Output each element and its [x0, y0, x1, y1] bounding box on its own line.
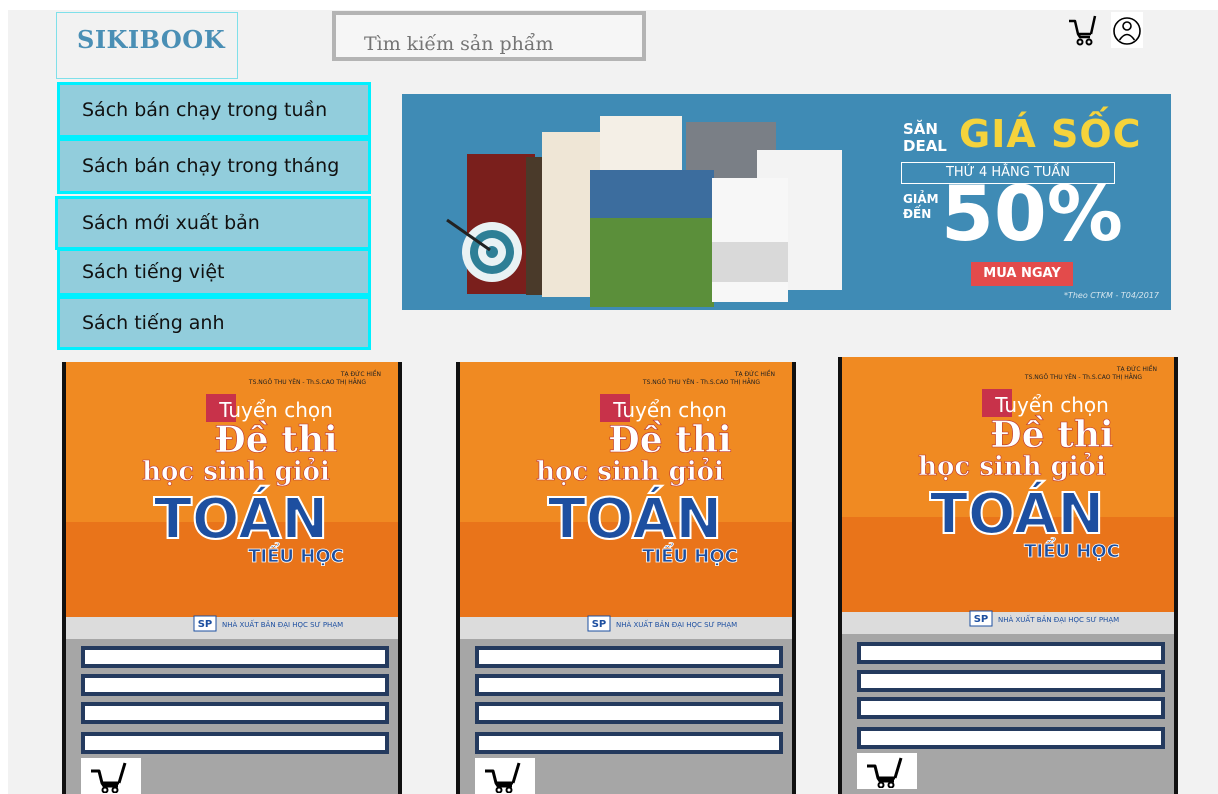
promo-banner[interactable]: SĂN DEAL GIÁ SỐC THỨ 4 HẰNG TUẦN GIẢM ĐẾ… [402, 94, 1171, 310]
cover-publisher: NHÀ XUẤT BẢN ĐẠI HỌC SƯ PHẠM [998, 614, 1119, 624]
promo-san: SĂN [903, 120, 938, 138]
promo-fine-print: *Theo CTKM - T04/2017 [1063, 291, 1159, 300]
product-info-field [857, 727, 1165, 749]
cover-title-2: Đề thi [608, 419, 731, 461]
promo-giam: GIẢM [903, 192, 939, 206]
cover-title-3: học sinh giỏi [142, 457, 330, 487]
cover-author-2: TS.NGÔ THU YÊN - Th.S.CAO THỊ HẰNG [642, 378, 760, 386]
menu-item-new-releases[interactable]: Sách mới xuất bản [55, 196, 371, 250]
book-collage-image [446, 116, 842, 307]
cover-publisher: NHÀ XUẤT BẢN ĐẠI HỌC SƯ PHẠM [222, 619, 343, 629]
menu-item-monthly-bestsellers[interactable]: Sách bán chạy trong tháng [57, 138, 371, 194]
cover-title-2: Đề thi [214, 419, 337, 461]
cover-author-1: TẠ ĐỨC HIỀN [734, 370, 775, 378]
menu-item-vietnamese-books[interactable]: Sách tiếng việt [57, 248, 371, 296]
cover-author-2: TS.NGÔ THU YÊN - Th.S.CAO THỊ HẰNG [1024, 373, 1142, 381]
cover-title-5: TIỂU HỌC [248, 542, 344, 567]
promo-den: ĐẾN [903, 207, 932, 221]
cover-title-4: TOÁN [548, 487, 723, 552]
add-to-cart-button[interactable] [857, 753, 917, 789]
product-cover-image[interactable]: TẠ ĐỨC HIỀN TS.NGÔ THU YÊN - Th.S.CAO TH… [66, 362, 398, 639]
product-info-field [475, 646, 783, 668]
product-info-field [857, 697, 1165, 719]
product-info-field [475, 732, 783, 754]
cover-title-3: học sinh giỏi [918, 452, 1106, 482]
search-input[interactable] [332, 11, 646, 61]
promo-deal: DEAL [903, 137, 947, 155]
product-cover-image[interactable]: TẠ ĐỨC HIỀN TS.NGÔ THU YÊN - Th.S.CAO TH… [460, 362, 792, 639]
user-icon[interactable] [1111, 12, 1143, 48]
menu-item-label: Sách bán chạy trong tuần [82, 99, 328, 121]
product-info-field [475, 702, 783, 724]
cart-icon [91, 762, 127, 793]
product-info-field [81, 732, 389, 754]
menu-item-label: Sách tiếng anh [82, 312, 225, 334]
menu-item-label: Sách bán chạy trong tháng [82, 155, 340, 177]
cover-title-5: TIỂU HỌC [642, 542, 738, 567]
cover-title-4: TOÁN [154, 487, 329, 552]
add-to-cart-button[interactable] [475, 758, 535, 794]
product-info-field [81, 702, 389, 724]
cover-publisher-logo: SP [974, 614, 989, 625]
cover-author-1: TẠ ĐỨC HIỀN [340, 370, 381, 378]
promo-cta-button[interactable]: MUA NGAY [971, 262, 1073, 286]
cover-publisher-logo: SP [592, 619, 607, 630]
promo-discount: 50% [941, 169, 1123, 258]
product-info-field [81, 646, 389, 668]
product-cover-image[interactable]: TẠ ĐỨC HIỀN TS.NGÔ THU YÊN - Th.S.CAO TH… [842, 357, 1174, 634]
add-to-cart-button[interactable] [81, 758, 141, 794]
cart-icon[interactable] [1066, 12, 1098, 48]
product-info-field [81, 674, 389, 696]
product-info-field [475, 674, 783, 696]
cart-icon [485, 762, 521, 793]
cover-publisher: NHÀ XUẤT BẢN ĐẠI HỌC SƯ PHẠM [616, 619, 737, 629]
product-card[interactable]: TẠ ĐỨC HIỀN TS.NGÔ THU YÊN - Th.S.CAO TH… [62, 362, 402, 794]
cover-publisher-logo: SP [198, 619, 213, 630]
promo-headline: GIÁ SỐC [959, 112, 1142, 156]
site-logo-text: SIKIBOOK [77, 25, 226, 54]
menu-item-label: Sách mới xuất bản [82, 212, 260, 234]
promo-text-area: SĂN DEAL GIÁ SỐC THỨ 4 HẰNG TUẦN GIẢM ĐẾ… [851, 94, 1171, 310]
cover-author-2: TS.NGÔ THU YÊN - Th.S.CAO THỊ HẰNG [248, 378, 366, 386]
cart-icon [867, 757, 903, 788]
menu-item-label: Sách tiếng việt [82, 261, 225, 283]
cover-author-1: TẠ ĐỨC HIỀN [1116, 365, 1157, 373]
product-info-field [857, 670, 1165, 692]
menu-item-weekly-bestsellers[interactable]: Sách bán chạy trong tuần [57, 82, 371, 138]
cover-title-2: Đề thi [990, 414, 1113, 456]
cover-title-4: TOÁN [930, 482, 1105, 547]
site-logo[interactable]: SIKIBOOK [56, 12, 238, 79]
cover-title-3: học sinh giỏi [536, 457, 724, 487]
cover-title-5: TIỂU HỌC [1024, 537, 1120, 562]
product-info-field [857, 642, 1165, 664]
product-card[interactable]: TẠ ĐỨC HIỀN TS.NGÔ THU YÊN - Th.S.CAO TH… [838, 357, 1178, 794]
menu-item-english-books[interactable]: Sách tiếng anh [57, 296, 371, 350]
product-card[interactable]: TẠ ĐỨC HIỀN TS.NGÔ THU YÊN - Th.S.CAO TH… [456, 362, 796, 794]
